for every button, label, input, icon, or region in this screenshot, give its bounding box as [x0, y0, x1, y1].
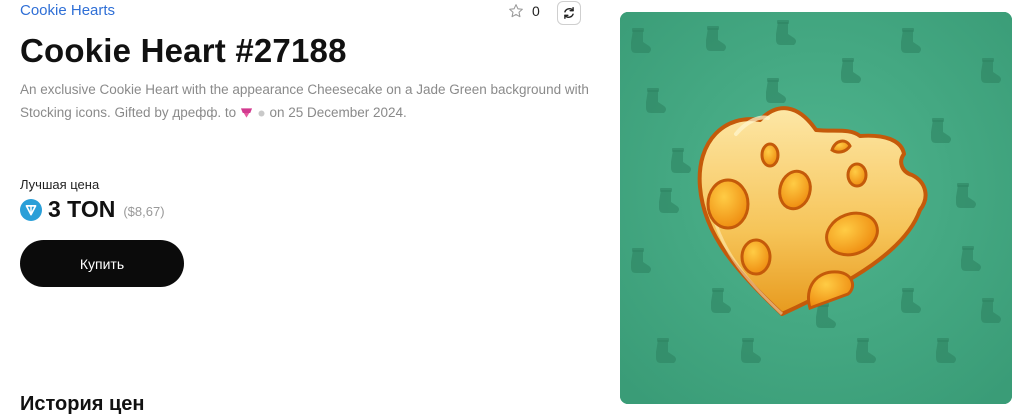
- favorite-count: 0: [532, 3, 540, 19]
- best-price-label: Лучшая цена: [20, 177, 100, 192]
- recipient-badge-icon: [258, 110, 265, 117]
- collection-link[interactable]: Cookie Hearts: [20, 2, 115, 19]
- buy-button[interactable]: Купить: [20, 240, 184, 287]
- price-history-title: История цен: [20, 393, 145, 415]
- refresh-button[interactable]: [557, 1, 581, 25]
- item-title: Cookie Heart #27188: [20, 32, 347, 69]
- price-value: 3 TON: [48, 196, 116, 222]
- item-artwork: [620, 12, 1012, 404]
- recipient-emoji-icon: [240, 108, 253, 119]
- price-usd: ($8,67): [123, 204, 165, 219]
- favorite-control[interactable]: 0: [508, 3, 540, 19]
- refresh-icon: [564, 7, 574, 19]
- ton-icon: [20, 198, 42, 221]
- description-date: on 25 December 2024.: [265, 105, 407, 120]
- price-row: 3 TON ($8,67): [20, 196, 165, 223]
- star-icon[interactable]: [508, 3, 524, 19]
- item-description: An exclusive Cookie Heart with the appea…: [20, 78, 590, 124]
